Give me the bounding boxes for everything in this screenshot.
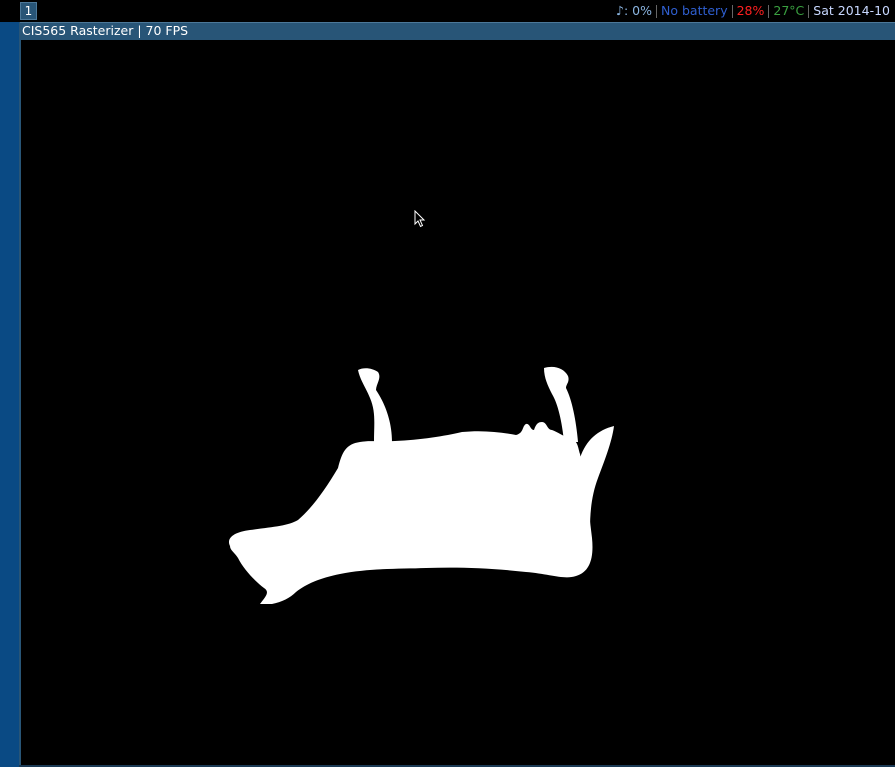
temperature-status: 27°C [773,3,805,18]
datetime-status: Sat 2014-10 [813,3,890,18]
model-right-limb [580,426,614,530]
status-line: ♪: 0% No battery 28% 27°C Sat 2014-10 [614,0,892,22]
status-separator [808,4,810,18]
battery-status: No battery [661,3,728,18]
status-separator [731,4,733,18]
model-left-horn [358,368,392,442]
desktop-screen: 1 ♪: 0% No battery 28% 27°C Sat 2014-10 … [0,0,895,767]
window-title: CIS565 Rasterizer | 70 FPS [22,23,189,38]
status-separator [656,4,657,18]
rendered-cow-model [228,366,614,604]
i3-status-bar: 1 ♪: 0% No battery 28% 27°C Sat 2014-10 [0,0,895,22]
model-body [228,422,593,604]
mouse-pointer-icon [414,210,426,228]
workspace-button-1[interactable]: 1 [20,2,37,20]
cpu-status: 28% [736,3,765,18]
volume-status: ♪: 0% [616,3,652,18]
status-separator [768,4,770,18]
adjacent-window-edge[interactable] [0,22,19,767]
window-title-bar[interactable]: CIS565 Rasterizer | 70 FPS [20,22,895,40]
